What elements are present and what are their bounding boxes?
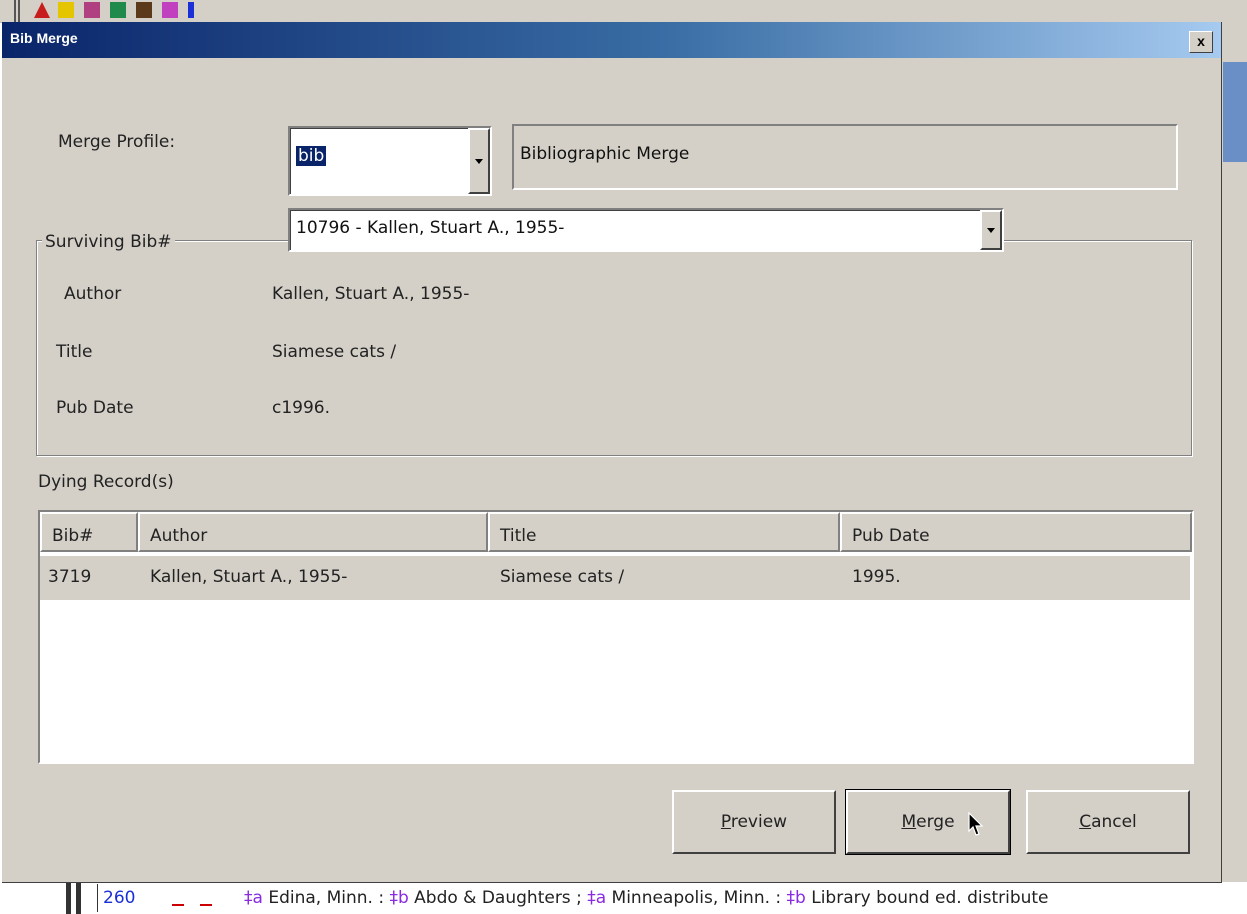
indicator-1[interactable] [172, 904, 184, 906]
column-header-pub-date[interactable]: Pub Date [840, 512, 1192, 552]
table-row[interactable]: 3719 Kallen, Stuart A., 1955- Siamese ca… [40, 556, 1190, 600]
book-icon[interactable] [136, 2, 152, 18]
dying-records-label: Dying Record(s) [38, 472, 174, 492]
indicator-2[interactable] [200, 904, 212, 906]
surviving-bib-dropdown-button[interactable] [980, 210, 1002, 250]
column-header-title[interactable]: Title [488, 512, 840, 552]
cell-title: Siamese cats / [500, 567, 625, 587]
merge-profile-value[interactable]: bib [296, 146, 327, 166]
column-header-bib[interactable]: Bib# [40, 512, 138, 552]
list-header: Bib# Author Title Pub Date [40, 512, 1192, 556]
warning-icon[interactable] [34, 2, 50, 18]
merge-profile-description: Bibliographic Merge [512, 124, 1178, 190]
close-icon: x [1197, 33, 1205, 49]
background-scrollbar [1223, 62, 1247, 162]
marc-field-content[interactable]: ‡a Edina, Minn. : ‡b Abdo & Daughters ; … [244, 888, 1049, 908]
toolbar-separator [18, 0, 20, 22]
edit-icon[interactable] [58, 2, 74, 18]
cell-pub-date: 1995. [852, 567, 901, 587]
chevron-down-icon [987, 228, 995, 233]
globe-icon[interactable] [110, 2, 126, 18]
surviving-bib-label: Surviving Bib# [42, 232, 175, 252]
chevron-down-icon [475, 159, 483, 164]
author-label: Author [64, 284, 122, 304]
title-label: Title [56, 342, 93, 362]
background-window-edge [1221, 22, 1247, 882]
tools-icon[interactable] [84, 2, 100, 18]
dialog-title: Bib Merge [10, 30, 78, 46]
mouse-cursor-icon [968, 812, 984, 836]
background-marc-field: 260 ‡a Edina, Minn. : ‡b Abdo & Daughter… [0, 882, 1247, 914]
merge-profile-combo[interactable]: bib [288, 126, 492, 196]
marc-tag[interactable]: 260 [103, 888, 135, 908]
surviving-bib-group [36, 240, 1192, 456]
surviving-bib-value[interactable]: 10796 - Kallen, Stuart A., 1955- [296, 218, 564, 238]
cancel-button[interactable]: Cancel [1026, 790, 1190, 854]
cell-bib: 3719 [48, 567, 92, 587]
preview-button[interactable]: Preview [672, 790, 836, 854]
title-value: Siamese cats / [272, 342, 397, 362]
info-icon[interactable] [188, 2, 194, 18]
surviving-bib-combo[interactable]: 10796 - Kallen, Stuart A., 1955- [288, 208, 1004, 252]
toolbar-separator [14, 0, 16, 22]
cell-author: Kallen, Stuart A., 1955- [150, 567, 348, 587]
close-button[interactable]: x [1189, 31, 1213, 53]
merge-profile-label: Merge Profile: [58, 132, 176, 152]
background-toolbar [0, 0, 1247, 23]
pub-date-value: c1996. [272, 398, 331, 418]
column-header-author[interactable]: Author [138, 512, 488, 552]
merge-profile-dropdown-button[interactable] [468, 128, 490, 194]
bib-merge-dialog: Bib Merge x Merge Profile: bib Bibliogra… [2, 22, 1222, 883]
author-value: Kallen, Stuart A., 1955- [272, 284, 470, 304]
dialog-titlebar[interactable]: Bib Merge x [2, 22, 1221, 58]
dying-records-list[interactable]: Bib# Author Title Pub Date 3719 Kallen, … [38, 510, 1194, 764]
palette-icon[interactable] [162, 2, 178, 18]
pub-date-label: Pub Date [56, 398, 134, 418]
